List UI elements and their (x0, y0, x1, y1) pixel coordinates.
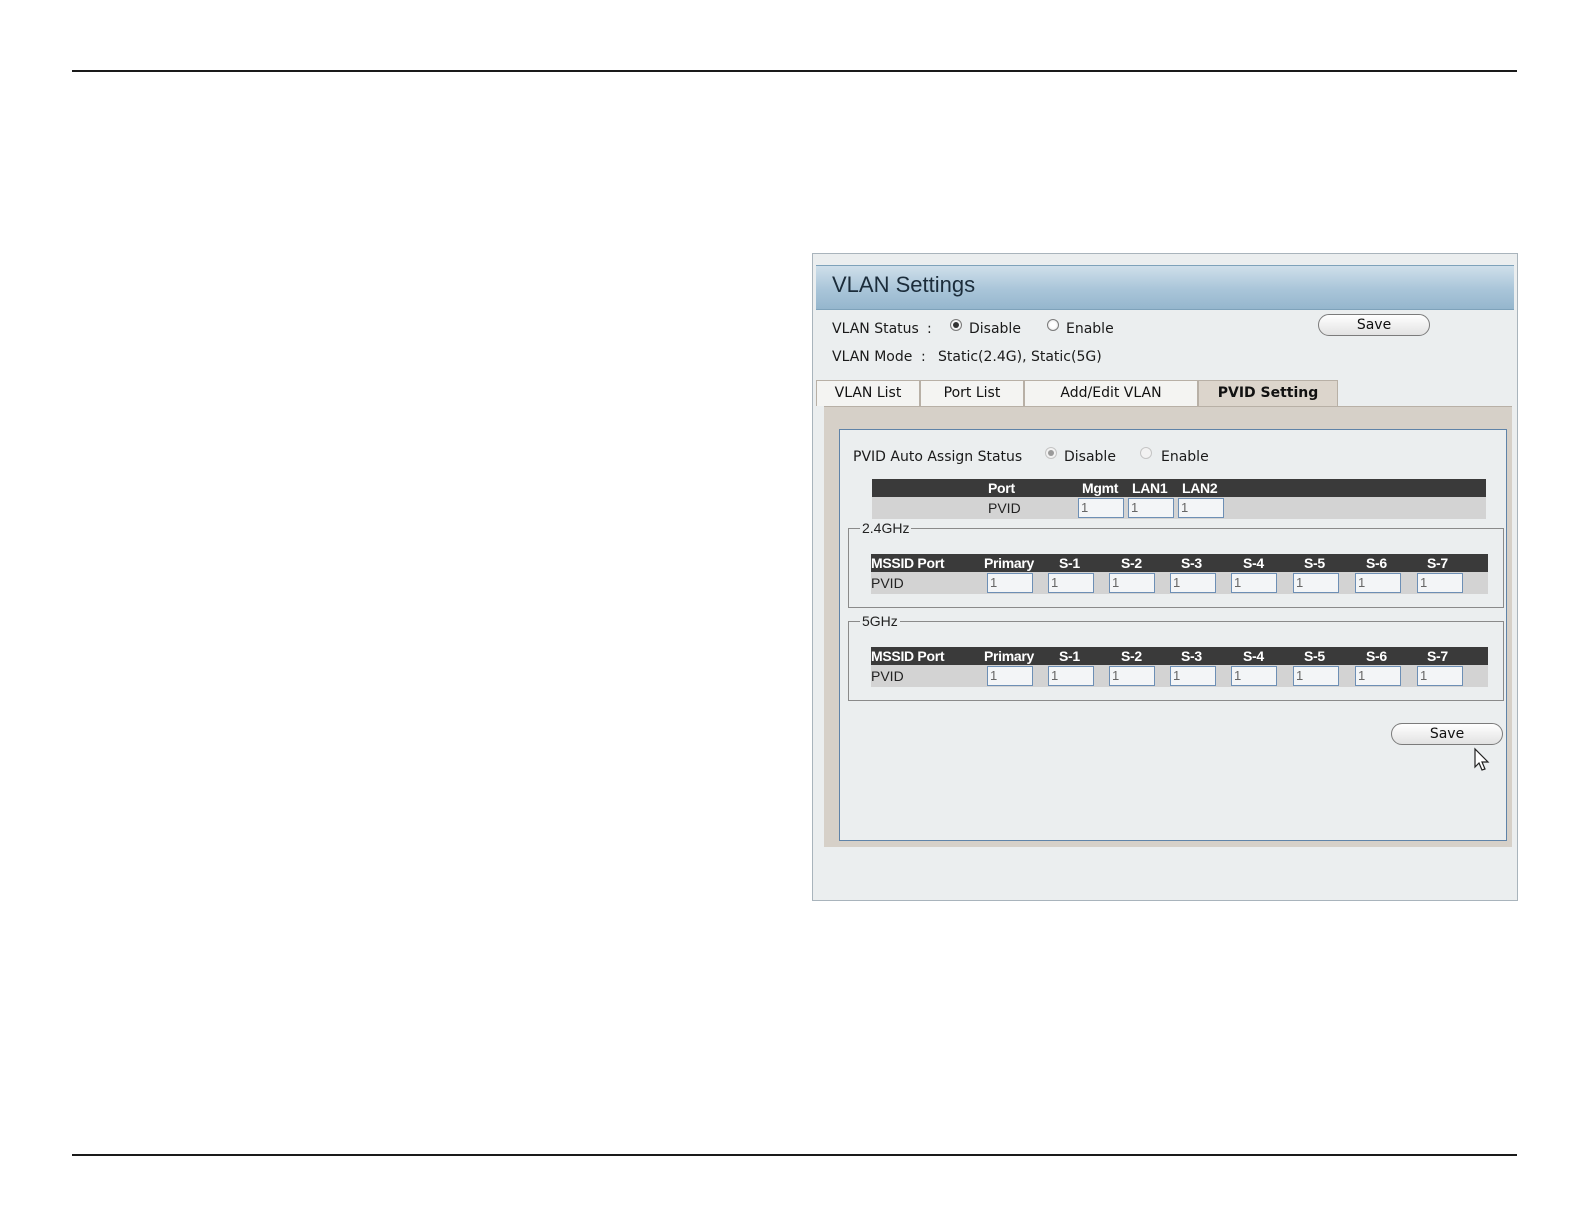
port-header-lan2: LAN2 (1182, 480, 1218, 496)
band-5ghz-header-s7: S-7 (1427, 648, 1448, 664)
band-5ghz-pvid-input-s1[interactable]: 1 (1048, 666, 1094, 686)
band-5ghz-header-s4: S-4 (1243, 648, 1264, 664)
band-24ghz-header-primary: Primary (984, 555, 1035, 571)
band-24ghz-pvid-input-s2[interactable]: 1 (1109, 573, 1155, 593)
pvid-setting-content: PVID Auto Assign Status Disable Enable P… (839, 429, 1507, 841)
band-5ghz-pvid-input-s2[interactable]: 1 (1109, 666, 1155, 686)
band-5ghz-row-label: PVID (871, 668, 904, 684)
band-24ghz-header-s6: S-6 (1366, 555, 1387, 571)
vlan-mode-value: Static(2.4G), Static(5G) (938, 349, 1102, 365)
vlan-status-disable-radio[interactable] (950, 319, 962, 331)
band-24ghz-header-s4: S-4 (1243, 555, 1264, 571)
band-5ghz-header-primary: Primary (984, 648, 1035, 664)
save-button-top[interactable]: Save (1318, 314, 1430, 336)
panel-title: VLAN Settings (832, 272, 976, 297)
tab-add-edit-vlan[interactable]: Add/Edit VLAN (1024, 380, 1198, 406)
port-header-lan1: LAN1 (1132, 480, 1168, 496)
pvid-auto-enable-radio[interactable] (1140, 447, 1152, 459)
pvid-lan2-input[interactable]: 1 (1178, 498, 1224, 518)
mouse-cursor-icon (1474, 747, 1490, 771)
band-5ghz-header-s1: S-1 (1059, 648, 1080, 664)
pvid-auto-assign-label: PVID Auto Assign Status (853, 449, 1023, 465)
band-24ghz-row-label: PVID (871, 575, 904, 591)
band-5ghz-pvid-input-s3[interactable]: 1 (1170, 666, 1216, 686)
band-24ghz-legend: 2.4GHz (860, 520, 912, 536)
band-24ghz-pvid-input-primary[interactable]: 1 (987, 573, 1033, 593)
vlan-status-separator: : (927, 321, 932, 337)
panel-titlebar: VLAN Settings (816, 265, 1514, 310)
port-table-header (872, 479, 1486, 497)
port-row-label: PVID (988, 500, 1021, 516)
band-5ghz-pvid-input-s4[interactable]: 1 (1231, 666, 1277, 686)
pvid-lan1-input[interactable]: 1 (1128, 498, 1174, 518)
band-5ghz-pvid-input-s7[interactable]: 1 (1417, 666, 1463, 686)
band-5ghz-header-mssid-port: MSSID Port (871, 648, 945, 664)
band-5ghz-pvid-input-s6[interactable]: 1 (1355, 666, 1401, 686)
band-24ghz-pvid-input-s5[interactable]: 1 (1293, 573, 1339, 593)
band-24ghz-header-s1: S-1 (1059, 555, 1080, 571)
band-24ghz-header-s5: S-5 (1304, 555, 1325, 571)
tab-vlan-list[interactable]: VLAN List (816, 380, 920, 406)
pvid-auto-disable-label: Disable (1064, 449, 1116, 465)
bottom-rule (72, 1154, 1517, 1156)
vlan-status-disable-label: Disable (969, 321, 1021, 337)
port-header-mgmt: Mgmt (1082, 480, 1119, 496)
band-24ghz-pvid-input-s1[interactable]: 1 (1048, 573, 1094, 593)
band-24ghz-pvid-input-s4[interactable]: 1 (1231, 573, 1277, 593)
tab-pvid-setting[interactable]: PVID Setting (1198, 380, 1338, 406)
vlan-mode-label: VLAN Mode (832, 349, 913, 365)
band-5ghz-header-s6: S-6 (1366, 648, 1387, 664)
top-rule (72, 70, 1517, 72)
band-5ghz-header-s3: S-3 (1181, 648, 1202, 664)
pvid-auto-disable-radio[interactable] (1045, 447, 1057, 459)
vlan-status-enable-radio[interactable] (1047, 319, 1059, 331)
vlan-settings-panel: VLAN Settings VLAN Status : Disable Enab… (812, 253, 1518, 901)
vlan-status-enable-label: Enable (1066, 321, 1114, 337)
vlan-mode-separator: : (921, 349, 926, 365)
band-5ghz-pvid-input-primary[interactable]: 1 (987, 666, 1033, 686)
pvid-auto-enable-label: Enable (1161, 449, 1209, 465)
band-24ghz-header-s2: S-2 (1121, 555, 1142, 571)
save-button-bottom[interactable]: Save (1391, 723, 1503, 745)
band-5ghz-header-s5: S-5 (1304, 648, 1325, 664)
band-24ghz-header (871, 554, 1488, 572)
band-24ghz-header-s3: S-3 (1181, 555, 1202, 571)
band-5ghz-header (871, 647, 1488, 665)
band-24ghz-pvid-input-s3[interactable]: 1 (1170, 573, 1216, 593)
tab-port-list[interactable]: Port List (920, 380, 1024, 406)
band-5ghz-pvid-input-s5[interactable]: 1 (1293, 666, 1339, 686)
vlan-status-label: VLAN Status (832, 321, 919, 337)
band-24ghz-header-s7: S-7 (1427, 555, 1448, 571)
band-24ghz-pvid-input-s6[interactable]: 1 (1355, 573, 1401, 593)
band-5ghz-header-s2: S-2 (1121, 648, 1142, 664)
band-24ghz-header-mssid-port: MSSID Port (871, 555, 945, 571)
port-header-port: Port (988, 480, 1015, 496)
band-5ghz-legend: 5GHz (860, 613, 900, 629)
pvid-mgmt-input[interactable]: 1 (1078, 498, 1124, 518)
band-24ghz-pvid-input-s7[interactable]: 1 (1417, 573, 1463, 593)
